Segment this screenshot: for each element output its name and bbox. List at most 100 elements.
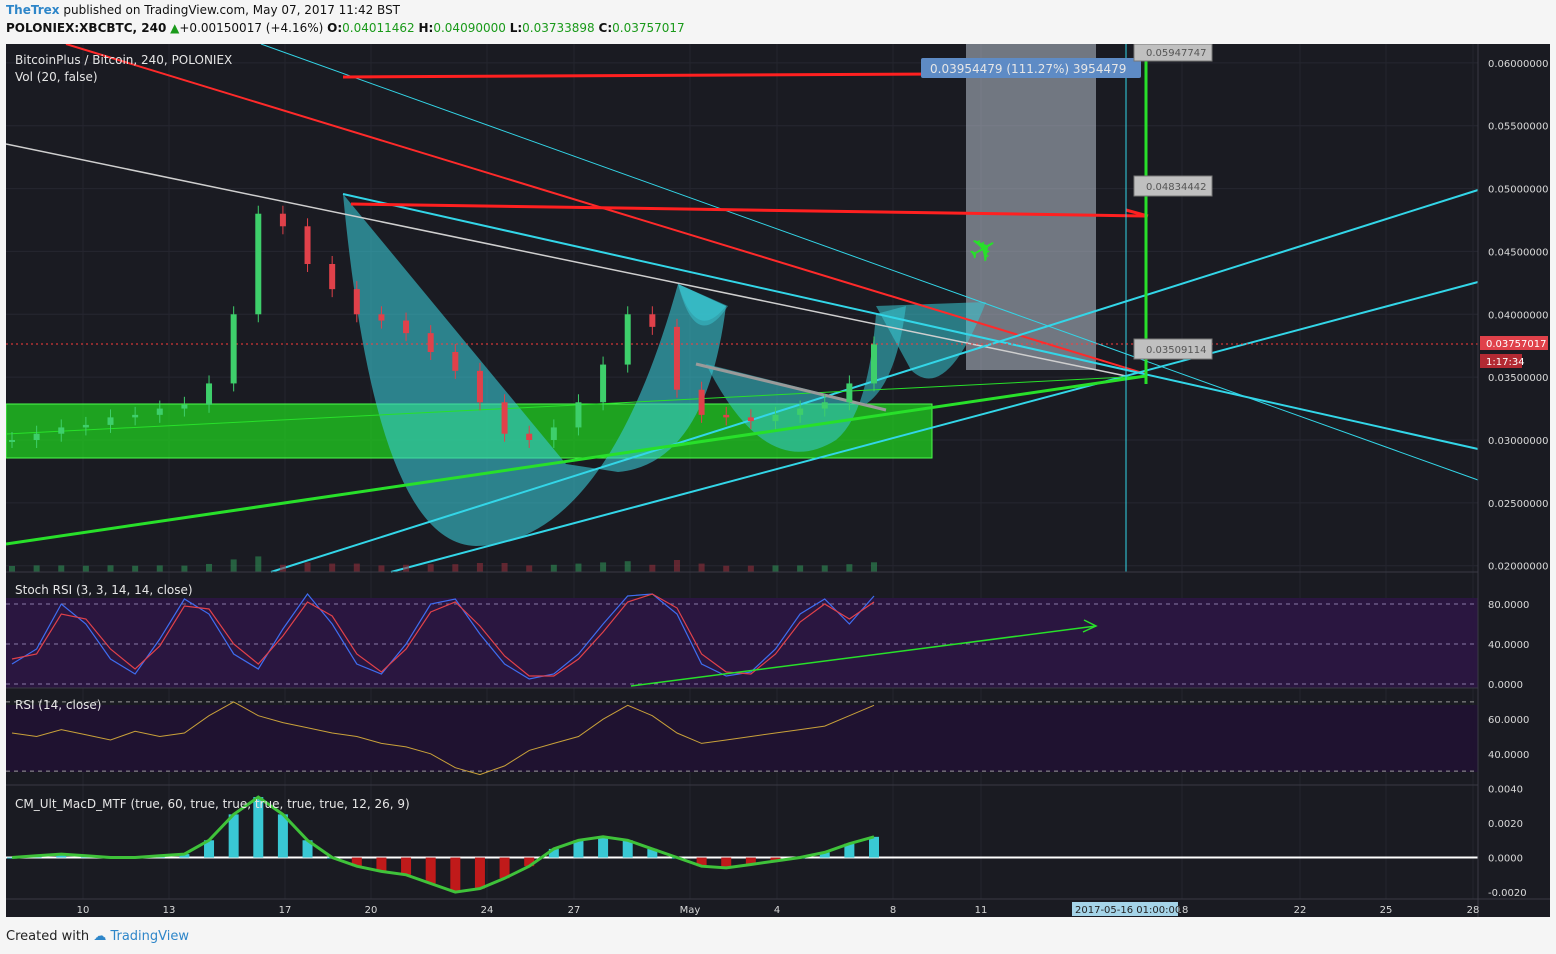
volume-bar [378, 565, 385, 572]
candle-body [550, 427, 557, 440]
volume-bar [772, 565, 779, 572]
candle-body [206, 383, 213, 405]
time-tick-label: 22 [1294, 905, 1307, 916]
price-tick-label: 0.04500000 [1488, 247, 1548, 258]
candle-body [58, 427, 65, 434]
volume-bar [230, 559, 237, 572]
candle-body [821, 402, 828, 409]
candle-body [747, 417, 754, 422]
cursor-date: 2017-05-16 01:00:00 [1075, 905, 1181, 916]
target-label-3: 0.03509114 [1146, 345, 1206, 356]
macd-hist-bar [401, 857, 412, 875]
created-with-text: Created with [6, 929, 90, 944]
candle-body [476, 370, 483, 403]
volume-bar [107, 565, 114, 572]
candle-body [624, 314, 631, 365]
time-tick-label: 4 [774, 905, 780, 916]
volume-bar [600, 562, 607, 572]
time-tick-label: 17 [279, 905, 292, 916]
volume-bar [206, 563, 213, 572]
tradingview-link[interactable]: TradingView [110, 929, 189, 944]
time-tick-label: 24 [481, 905, 494, 916]
candle-body [82, 424, 89, 428]
candle-body [649, 314, 656, 327]
volume-bar [156, 565, 163, 572]
publish-info: TheTrex published on TradingView.com, Ma… [6, 3, 400, 17]
volume-bar [673, 560, 680, 572]
main-chart-title: BitcoinPlus / Bitcoin, 240, POLONIEX [15, 53, 232, 67]
volume-bar [526, 565, 533, 572]
volume-bar [403, 564, 410, 572]
symbol-info-line: POLONIEX:XBCBTC, 240 ▲+0.00150017 (+4.16… [6, 21, 685, 35]
candle-body [575, 402, 582, 428]
volume-bar [476, 563, 483, 572]
volume-bar [871, 562, 877, 572]
countdown-value: 1:17:34 [1486, 357, 1525, 368]
low-label: L: [509, 21, 523, 35]
time-tick-label: 27 [568, 905, 581, 916]
candle-body [378, 314, 385, 321]
target-label-2: 0.04834442 [1146, 182, 1206, 193]
candle-body [427, 333, 434, 352]
price-tick-label: 0.04000000 [1488, 310, 1548, 321]
candle-body [600, 364, 607, 403]
rsi-band [6, 705, 1478, 772]
stoch-tick-label: 40.0000 [1488, 640, 1529, 651]
candle-body [772, 414, 779, 422]
publisher-name[interactable]: TheTrex [6, 3, 60, 17]
volume-bar [9, 566, 15, 572]
volume-bar [304, 562, 311, 572]
candle-body [230, 314, 237, 384]
close-label: C: [598, 21, 613, 35]
macd-tick-label: 0.0040 [1488, 784, 1523, 795]
rsi-title: RSI (14, close) [15, 698, 101, 712]
stoch-tick-label: 0.0000 [1488, 680, 1523, 691]
tradingview-logo-icon[interactable]: ☁ [93, 929, 106, 944]
rsi-tick-label: 40.0000 [1488, 750, 1529, 761]
candle-body [156, 408, 163, 415]
candle-body [403, 320, 410, 334]
time-tick-label: 11 [975, 905, 988, 916]
macd-hist-bar [425, 857, 436, 884]
price-tick-label: 0.02000000 [1488, 562, 1548, 573]
candle-body [723, 414, 730, 418]
open-label: O: [327, 21, 343, 35]
chart-canvas[interactable]: ✈ 0.03954479 (111.27%) 3954479 0.0594774… [6, 44, 1550, 917]
macd-hist-bar [277, 814, 288, 858]
volume-bar [723, 565, 730, 572]
macd-hist-bar [598, 836, 609, 858]
candle-body [304, 226, 311, 264]
high-value: 0.04090000 [433, 21, 506, 35]
published-text: published on TradingView.com, May 07, 20… [63, 3, 401, 17]
volume-bar [132, 565, 139, 572]
stoch-rsi-title: Stoch RSI (3, 3, 14, 14, close) [15, 583, 193, 597]
candle-body [846, 383, 853, 403]
volume-bar [353, 563, 360, 572]
volume-bar [329, 563, 336, 572]
macd-hist-bar [228, 814, 239, 858]
volume-bar [255, 556, 262, 572]
volume-bar [797, 565, 804, 572]
candle-body [698, 389, 705, 415]
symbol-label: POLONIEX:XBCBTC, 240 [6, 21, 167, 35]
macd-tick-label: 0.0000 [1488, 854, 1523, 865]
price-tick-label: 0.02500000 [1488, 499, 1548, 510]
price-tick-label: 0.03000000 [1488, 436, 1548, 447]
volume-bar [452, 564, 459, 572]
candle-body [255, 213, 262, 315]
time-tick-label: 13 [163, 905, 176, 916]
volume-bar [846, 564, 853, 572]
change-value: +0.00150017 (+4.16%) [179, 21, 324, 35]
high-label: H: [418, 21, 434, 35]
time-tick-label: 8 [890, 905, 896, 916]
chart-area[interactable]: ✈ 0.03954479 (111.27%) 3954479 0.0594774… [6, 44, 1550, 917]
candle-body [452, 352, 459, 371]
volume-bar [550, 564, 557, 572]
candle-body [132, 414, 139, 418]
candle-body [871, 344, 877, 384]
macd-tick-label: -0.0020 [1488, 888, 1527, 899]
last-price-value: 0.03757017 [1486, 339, 1546, 350]
volume-bar [501, 563, 508, 572]
volume-bar [279, 564, 286, 572]
time-tick-label: 25 [1380, 905, 1393, 916]
